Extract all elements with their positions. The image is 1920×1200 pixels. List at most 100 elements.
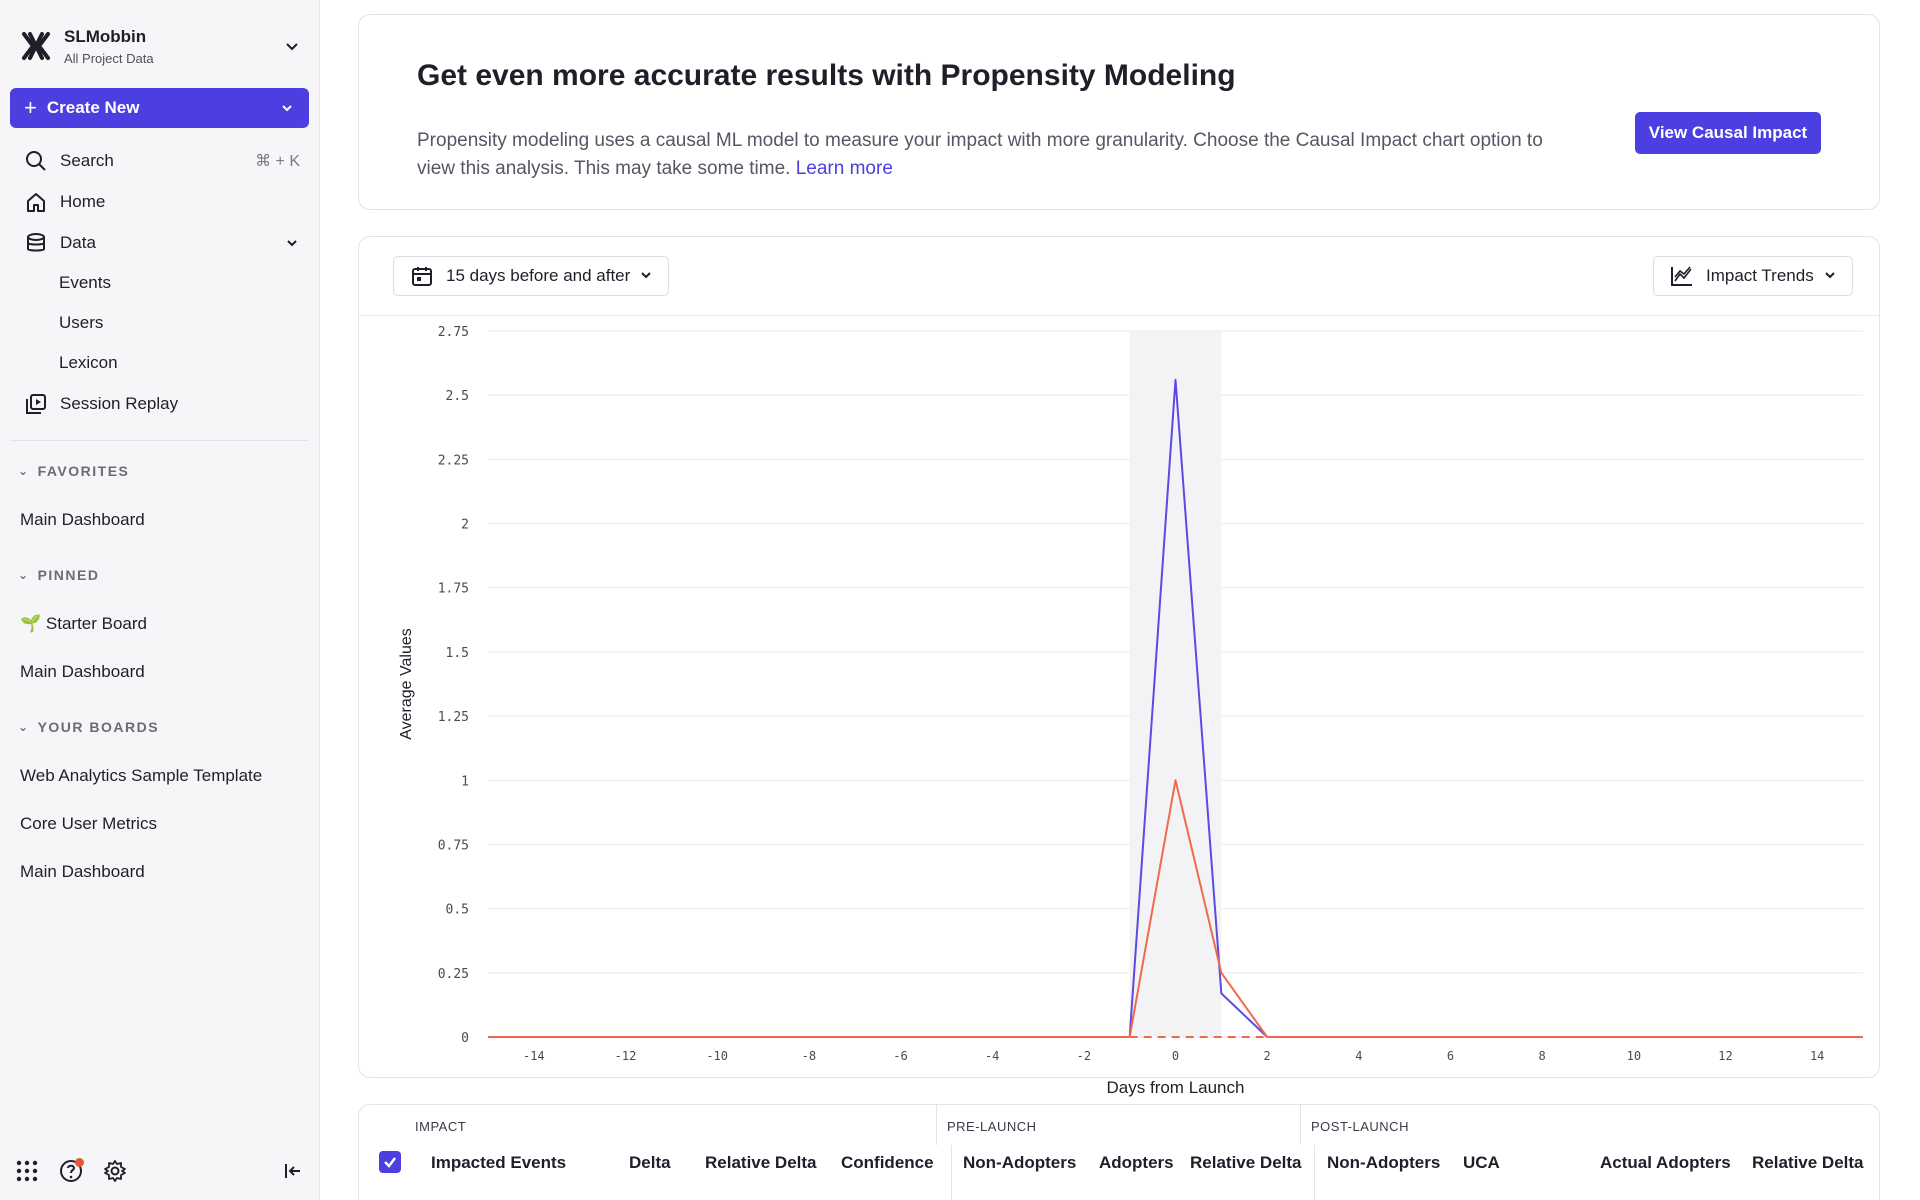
- col-actual-adopters[interactable]: Actual Adopters: [1600, 1153, 1731, 1173]
- pinned-starter-board[interactable]: 🌱 Starter Board: [20, 614, 147, 634]
- impact-trends-chart: 0 0.25 0.5 0.75 1 1.25 1.5 1.75 2 2.25 2.5 2.75 -14…: [398, 325, 1863, 1097]
- x-tick-label: 4: [1355, 1049, 1362, 1063]
- project-subtitle: All Project Data: [64, 50, 154, 66]
- col-uca[interactable]: UCA: [1463, 1153, 1500, 1173]
- chevron-down-icon: [287, 239, 297, 246]
- sidebar: SLMobbin All Project Data + Create New S…: [0, 0, 320, 1200]
- pinned-title: PINNED: [37, 567, 100, 583]
- chevron-down-icon: ⌄: [18, 720, 30, 734]
- create-new-button[interactable]: + Create New: [10, 88, 309, 128]
- impact-chart-card: 15 days before and after Impact Trends 0…: [358, 236, 1880, 1097]
- search-shortcut: ⌘ + K: [255, 152, 300, 170]
- x-axis-label: Days from Launch: [1107, 1078, 1245, 1097]
- col-delta[interactable]: Delta: [629, 1153, 671, 1173]
- your-boards-title: YOUR BOARDS: [37, 719, 160, 735]
- chevron-down-icon: ⌄: [18, 568, 30, 582]
- nav-events[interactable]: Events: [0, 263, 320, 303]
- col-post-non-adopters[interactable]: Non-Adopters: [1327, 1153, 1440, 1173]
- nav-session-replay[interactable]: Session Replay: [0, 383, 320, 424]
- favorites-header[interactable]: ⌄ FAVORITES: [18, 463, 129, 479]
- chevron-down-icon: ⌄: [18, 464, 30, 478]
- your-boards-header[interactable]: ⌄ YOUR BOARDS: [18, 719, 159, 735]
- banner-body-text: Propensity modeling uses a causal ML mod…: [417, 130, 1543, 179]
- x-tick-label: 10: [1627, 1049, 1641, 1063]
- x-tick-label: 2: [1264, 1049, 1271, 1063]
- column-separator: [1314, 1145, 1315, 1200]
- view-causal-impact-button[interactable]: View Causal Impact: [1635, 112, 1821, 154]
- board-core-user-metrics[interactable]: Core User Metrics: [20, 814, 157, 834]
- nav-users[interactable]: Users: [0, 303, 320, 343]
- x-tick-label: 0: [1172, 1049, 1179, 1063]
- x-tick-labels: -14 -12 -10 -8 -6 -4 -2 0 2 4 6 8 10 12 14: [523, 1049, 1824, 1063]
- x-tick-label: 8: [1539, 1049, 1546, 1063]
- y-tick-label: 0.25: [438, 967, 469, 982]
- check-icon: [384, 1157, 396, 1168]
- col-pre-relative-delta[interactable]: Relative Delta: [1190, 1153, 1302, 1173]
- project-name: SLMobbin: [64, 26, 147, 46]
- col-pre-adopters[interactable]: Adopters: [1099, 1153, 1174, 1173]
- y-tick-label: 0: [461, 1031, 469, 1046]
- impact-table: IMPACT PRE-LAUNCH POST-LAUNCH Impacted E…: [358, 1104, 1880, 1200]
- y-tick-label: 0.75: [438, 838, 469, 853]
- home-icon: [24, 190, 48, 214]
- col-confidence[interactable]: Confidence: [841, 1153, 934, 1173]
- search-icon: [24, 149, 48, 173]
- y-tick-label: 0.5: [446, 903, 469, 918]
- x-tick-label: 6: [1447, 1049, 1454, 1063]
- y-tick-label: 2.75: [438, 325, 469, 340]
- column-separator: [951, 1145, 952, 1200]
- y-tick-label: 1.25: [438, 710, 469, 725]
- col-relative-delta[interactable]: Relative Delta: [705, 1153, 817, 1173]
- create-new-label: Create New: [46, 98, 140, 117]
- database-icon: [24, 231, 48, 255]
- collapse-sidebar-icon[interactable]: [280, 1158, 306, 1184]
- y-tick-labels: 0 0.25 0.5 0.75 1 1.25 1.5 1.75 2 2.25 2.5 2.75: [438, 325, 469, 1046]
- y-axis-label: Average Values: [398, 628, 415, 739]
- board-main-dashboard[interactable]: Main Dashboard: [20, 862, 145, 882]
- plus-icon: +: [24, 95, 37, 120]
- favorite-main-dashboard[interactable]: Main Dashboard: [20, 510, 145, 530]
- favorites-title: FAVORITES: [37, 463, 130, 479]
- x-tick-label: -8: [802, 1049, 816, 1063]
- app-logo-icon: [22, 32, 50, 60]
- board-web-analytics[interactable]: Web Analytics Sample Template: [20, 766, 262, 786]
- group-separator: [1300, 1105, 1301, 1145]
- launch-highlight-band: [1129, 331, 1222, 1037]
- nav-data-label: Data: [60, 232, 96, 252]
- banner-body: Propensity modeling uses a causal ML mod…: [417, 127, 1547, 183]
- notification-dot: [75, 1158, 84, 1167]
- y-tick-label: 2: [461, 518, 469, 533]
- chevron-down-icon: [286, 43, 298, 51]
- x-tick-label: -14: [523, 1049, 545, 1063]
- x-tick-label: -12: [615, 1049, 637, 1063]
- help-icon[interactable]: [58, 1158, 84, 1184]
- sidebar-divider: [10, 440, 308, 441]
- apps-grid-icon[interactable]: [14, 1158, 40, 1184]
- nav-home-label: Home: [60, 191, 106, 211]
- nav-data[interactable]: Data: [0, 222, 320, 263]
- nav-search[interactable]: Search ⌘ + K: [0, 140, 320, 181]
- settings-gear-icon[interactable]: [102, 1158, 128, 1184]
- y-tick-label: 2.5: [446, 389, 469, 404]
- propensity-banner: Get even more accurate results with Prop…: [358, 14, 1880, 210]
- select-all-checkbox[interactable]: [379, 1151, 401, 1173]
- x-tick-label: -4: [985, 1049, 999, 1063]
- col-impacted-events[interactable]: Impacted Events: [431, 1153, 566, 1173]
- x-tick-label: -6: [893, 1049, 907, 1063]
- col-pre-non-adopters[interactable]: Non-Adopters: [963, 1153, 1076, 1173]
- x-tick-label: -10: [706, 1049, 728, 1063]
- nav-lexicon[interactable]: Lexicon: [0, 343, 320, 383]
- y-tick-label: 1: [461, 774, 469, 789]
- pinned-main-dashboard[interactable]: Main Dashboard: [20, 662, 145, 682]
- learn-more-link[interactable]: Learn more: [796, 158, 893, 179]
- pinned-header[interactable]: ⌄ PINNED: [18, 567, 99, 583]
- nav-home[interactable]: Home: [0, 181, 320, 222]
- project-switcher[interactable]: SLMobbin All Project Data: [20, 22, 302, 70]
- y-tick-label: 1.5: [446, 646, 469, 661]
- col-post-relative-delta[interactable]: Relative Delta: [1752, 1153, 1864, 1173]
- banner-title: Get even more accurate results with Prop…: [417, 59, 1236, 92]
- y-tick-label: 2.25: [438, 453, 469, 468]
- session-replay-icon: [24, 392, 48, 416]
- nav-session-replay-label: Session Replay: [60, 393, 179, 413]
- group-post-launch: POST-LAUNCH: [1311, 1119, 1409, 1134]
